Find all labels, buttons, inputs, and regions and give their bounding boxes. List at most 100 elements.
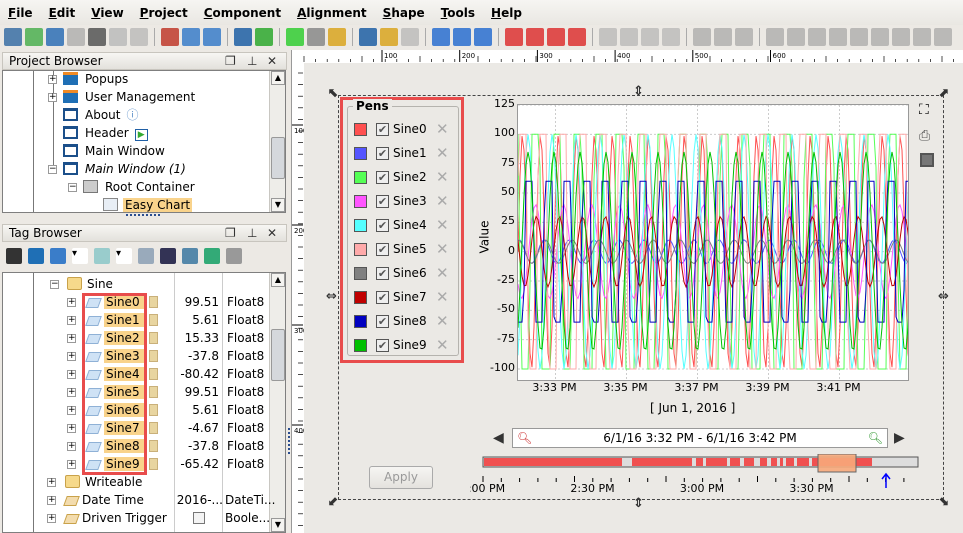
zoom-actual-icon[interactable] xyxy=(474,28,492,46)
add-tag-icon[interactable] xyxy=(94,248,110,264)
pen-checkbox[interactable]: ✔ xyxy=(376,339,389,352)
pin-icon[interactable]: ⊥ xyxy=(247,53,257,69)
timeline[interactable]: 2:00 PM 2:30 PM 3:00 PM 3:30 PM xyxy=(470,454,930,496)
flip-v-icon[interactable] xyxy=(662,28,680,46)
pen-color-swatch[interactable] xyxy=(354,291,367,304)
align-bottom-icon[interactable] xyxy=(829,28,847,46)
pen-color-swatch[interactable] xyxy=(354,243,367,256)
expand-toggle[interactable]: + xyxy=(48,75,57,84)
expand-toggle[interactable]: + xyxy=(67,298,76,307)
menu-tools[interactable]: Tools xyxy=(441,6,475,20)
tree-item-user-management[interactable]: User Management xyxy=(63,88,197,106)
align-center-icon[interactable] xyxy=(850,28,868,46)
pen-checkbox[interactable]: ✔ xyxy=(376,315,389,328)
pen-checkbox[interactable]: ✔ xyxy=(376,171,389,184)
scroll-right-button[interactable]: ▶ xyxy=(894,430,905,446)
apply-button[interactable]: Apply xyxy=(369,466,433,489)
save-icon[interactable] xyxy=(4,28,22,46)
tree-item-popups[interactable]: Popups xyxy=(63,71,130,88)
cut-icon[interactable] xyxy=(88,28,106,46)
resize-handle-ne[interactable]: ⬈ xyxy=(938,86,949,101)
zoom-in-icon[interactable] xyxy=(432,28,450,46)
new-window-icon[interactable] xyxy=(234,28,252,46)
tag-row-writeable[interactable]: Writeable xyxy=(65,473,142,491)
move-front-icon[interactable] xyxy=(547,28,565,46)
move-forward-icon[interactable] xyxy=(505,28,523,46)
expand-toggle[interactable]: + xyxy=(47,478,56,487)
expand-toggle[interactable]: + xyxy=(47,496,56,505)
tag-folder-sine[interactable]: − Sine xyxy=(50,275,113,293)
tree-item-easy-chart[interactable]: Easy Chart xyxy=(103,196,193,212)
scroll-left-button[interactable]: ◀ xyxy=(493,430,504,446)
edit-tag-icon[interactable] xyxy=(138,248,154,264)
expand-toggle[interactable]: + xyxy=(67,316,76,325)
close-icon[interactable]: ✕ xyxy=(267,53,277,69)
pen-checkbox[interactable]: ✔ xyxy=(376,123,389,136)
export-icon[interactable] xyxy=(226,248,242,264)
range-window[interactable] xyxy=(817,454,857,473)
intersect-icon[interactable] xyxy=(714,28,732,46)
remove-pen-icon[interactable]: ✕ xyxy=(436,120,449,138)
expand-toggle[interactable]: − xyxy=(68,183,77,192)
import-icon[interactable] xyxy=(204,248,220,264)
pen-checkbox[interactable]: ✔ xyxy=(376,243,389,256)
tag-value-checkbox[interactable] xyxy=(193,512,205,524)
pen-color-swatch[interactable] xyxy=(354,123,367,136)
zoom-in-icon[interactable]: 🔍︎ xyxy=(868,429,883,447)
module-icon[interactable] xyxy=(286,28,304,46)
comm-readwrite-icon[interactable] xyxy=(203,28,221,46)
float-icon[interactable]: ❐ xyxy=(225,225,236,241)
dropdown-icon[interactable]: ▾ xyxy=(72,248,88,264)
tree-item-about[interactable]: About ⓘ xyxy=(63,106,139,124)
expand-toggle[interactable]: + xyxy=(67,388,76,397)
expand-toggle[interactable]: + xyxy=(67,424,76,433)
pen-color-swatch[interactable] xyxy=(354,195,367,208)
remove-pen-icon[interactable]: ✕ xyxy=(436,288,449,306)
dropdown-icon[interactable]: ▾ xyxy=(116,248,132,264)
select-icon[interactable] xyxy=(380,28,398,46)
expand-toggle[interactable]: + xyxy=(67,370,76,379)
expand-toggle[interactable]: + xyxy=(67,406,76,415)
pen-color-swatch[interactable] xyxy=(354,339,367,352)
menu-project[interactable]: Project xyxy=(140,6,188,20)
align-top-icon[interactable] xyxy=(808,28,826,46)
disconnect-icon[interactable] xyxy=(161,28,179,46)
resize-handle-s[interactable]: ⇕ xyxy=(633,496,644,511)
copy-icon[interactable] xyxy=(109,28,127,46)
remove-pen-icon[interactable]: ✕ xyxy=(436,192,449,210)
date-range-field[interactable]: 6/1/16 3:32 PM - 6/1/16 3:42 PM 🔍︎ 🔍︎ xyxy=(512,428,888,448)
menu-alignment[interactable]: Alignment xyxy=(297,6,367,20)
splitter-handle[interactable] xyxy=(126,214,160,217)
expand-toggle[interactable]: − xyxy=(50,280,59,289)
fit-icon[interactable] xyxy=(359,28,377,46)
menu-shape[interactable]: Shape xyxy=(383,6,425,20)
pen-color-swatch[interactable] xyxy=(354,171,367,184)
zoom-out-icon[interactable] xyxy=(453,28,471,46)
pen-checkbox[interactable]: ✔ xyxy=(376,219,389,232)
move-back-icon[interactable] xyxy=(526,28,544,46)
resize-handle-sw[interactable]: ⬋ xyxy=(328,494,339,509)
resize-handle-nw[interactable]: ⬉ xyxy=(328,86,339,101)
redo-icon[interactable] xyxy=(67,28,85,46)
tree-item-main-window[interactable]: Main Window xyxy=(63,142,167,160)
expand-toggle[interactable]: + xyxy=(67,460,76,469)
exclude-icon[interactable] xyxy=(735,28,753,46)
zoom-out-icon[interactable]: 🔍︎ xyxy=(517,429,532,447)
pen-checkbox[interactable]: ✔ xyxy=(376,195,389,208)
opc-icon[interactable] xyxy=(160,248,176,264)
close-icon[interactable]: ✕ xyxy=(267,225,277,241)
float-icon[interactable]: ❐ xyxy=(225,53,236,69)
paste-icon[interactable] xyxy=(130,28,148,46)
expand-toggle[interactable]: + xyxy=(67,352,76,361)
move-top-icon[interactable] xyxy=(568,28,586,46)
pen-checkbox[interactable]: ✔ xyxy=(376,291,389,304)
expand-toggle[interactable]: + xyxy=(47,514,56,523)
settings-icon[interactable] xyxy=(307,28,325,46)
remove-pen-icon[interactable]: ✕ xyxy=(436,336,449,354)
expand-toggle[interactable]: + xyxy=(48,93,57,102)
remove-pen-icon[interactable]: ✕ xyxy=(436,168,449,186)
rotate2-icon[interactable] xyxy=(620,28,638,46)
pen-color-swatch[interactable] xyxy=(354,147,367,160)
tree-item-header[interactable]: Header ▶ xyxy=(63,124,148,142)
flip-h-icon[interactable] xyxy=(641,28,659,46)
